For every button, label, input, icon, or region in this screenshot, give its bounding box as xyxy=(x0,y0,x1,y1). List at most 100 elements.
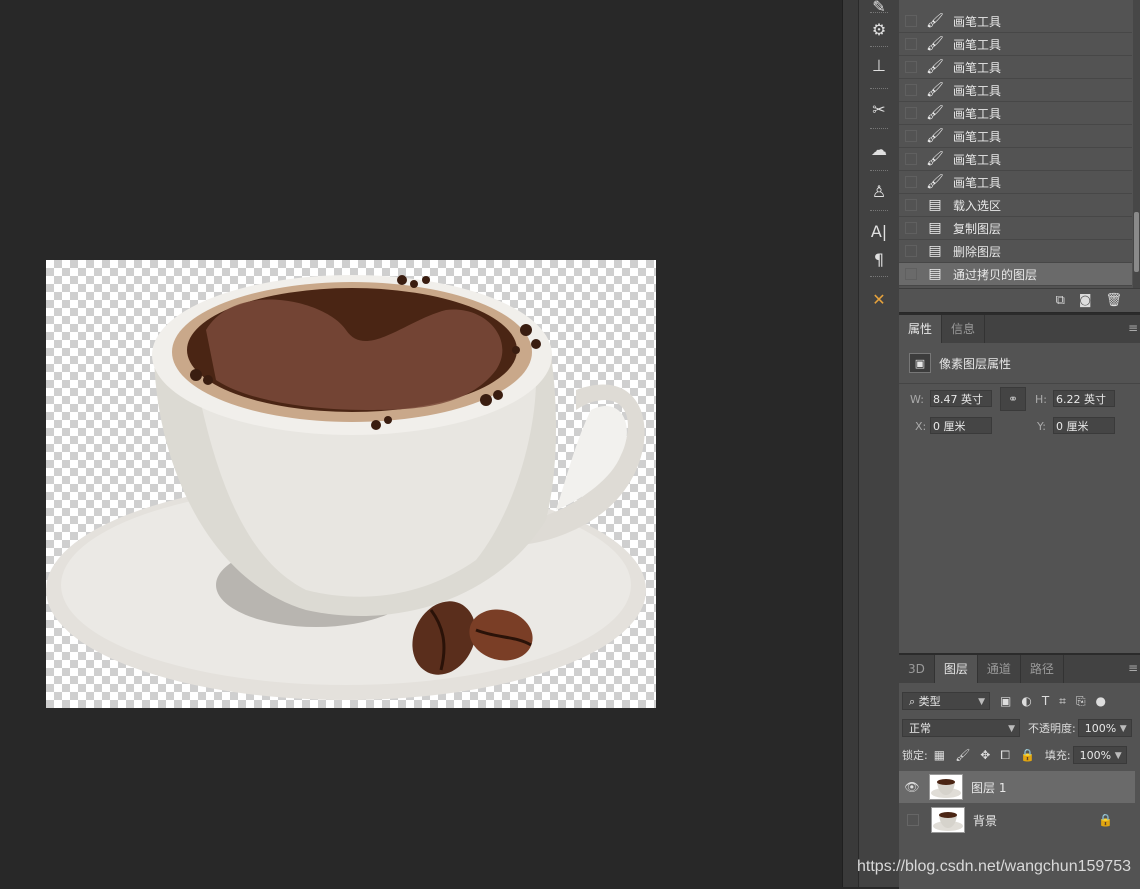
layer-name: 背景 xyxy=(973,813,998,828)
history-snapshot-checkbox[interactable] xyxy=(905,38,917,50)
history-snapshot-checkbox[interactable] xyxy=(905,199,917,211)
creative-cloud-icon[interactable]: ☁ xyxy=(859,132,899,166)
x-field[interactable]: 0 厘米 xyxy=(930,417,992,434)
lock-transparent-icon[interactable]: ▦ xyxy=(934,748,945,762)
properties-divider xyxy=(899,383,1140,384)
history-item-label: 画笔工具 xyxy=(953,152,1002,167)
adjustments-icon[interactable]: ⚙ xyxy=(859,12,899,46)
opacity-label: 不透明度: xyxy=(1028,722,1076,735)
history-snapshot-checkbox[interactable] xyxy=(905,130,917,142)
history-item[interactable]: 🖌 画笔工具 xyxy=(899,79,1132,102)
history-snapshot-checkbox[interactable] xyxy=(905,84,917,96)
history-item[interactable]: 🖌 画笔工具 xyxy=(899,56,1132,79)
chevron-down-icon: ▼ xyxy=(978,697,985,707)
history-item-selected[interactable]: ▤ 通过拷贝的图层 xyxy=(899,263,1132,286)
x-label: X: xyxy=(915,420,927,433)
history-item[interactable]: 🖌 画笔工具 xyxy=(899,102,1132,125)
tab-layers[interactable]: 图层 xyxy=(934,655,978,683)
history-item[interactable]: ▤ 复制图层 xyxy=(899,217,1132,240)
link-icon[interactable]: ⚭ xyxy=(1000,387,1026,411)
history-scrollbar[interactable] xyxy=(1133,0,1140,288)
history-snapshot-checkbox[interactable] xyxy=(905,245,917,257)
history-snapshot-checkbox[interactable] xyxy=(905,222,917,234)
opacity-value: 100% xyxy=(1084,722,1117,735)
history-item[interactable]: ▤ 载入选区 xyxy=(899,194,1132,217)
new-document-from-state-icon[interactable]: ⧉ xyxy=(1056,293,1065,308)
trash-icon[interactable]: 🗑 xyxy=(1105,293,1122,308)
document-icon: ▤ xyxy=(928,220,942,236)
adjustment-filter-icon[interactable]: ◐ xyxy=(1021,694,1031,708)
blend-mode-select[interactable]: 正常 ▼ xyxy=(902,719,1020,737)
history-snapshot-checkbox[interactable] xyxy=(905,61,917,73)
history-item[interactable]: 🖌 画笔工具 xyxy=(899,148,1132,171)
tools-icon[interactable]: ✂ xyxy=(859,92,899,126)
shape-filter-icon[interactable]: ⌗ xyxy=(1059,694,1066,709)
visibility-toggle[interactable] xyxy=(907,814,919,826)
tab-paths[interactable]: 路径 xyxy=(1021,655,1064,683)
tab-channels[interactable]: 通道 xyxy=(978,655,1021,683)
paragraph-icon[interactable]: ¶ xyxy=(859,242,899,276)
tab-3d[interactable]: 3D xyxy=(899,655,935,683)
document-image[interactable] xyxy=(46,260,656,708)
eye-icon[interactable]: 👁 xyxy=(899,780,925,794)
type-filter-icon[interactable]: T xyxy=(1042,694,1049,708)
brush-icon: 🖌 xyxy=(926,82,944,98)
height-field[interactable]: 6.22 英寸 xyxy=(1053,390,1115,407)
history-item-label: 复制图层 xyxy=(953,221,1002,236)
history-snapshot-checkbox[interactable] xyxy=(905,15,917,27)
panel-icon-strip: ✎ ⚙ ⊥ ✂ ☁ ♙ A| ¶ ✕ xyxy=(858,0,900,887)
panel-menu-icon[interactable]: ≡ xyxy=(1128,661,1138,675)
lock-pixels-icon[interactable]: 🖌 xyxy=(955,748,970,762)
history-snapshot-checkbox[interactable] xyxy=(905,107,917,119)
history-item-label: 删除图层 xyxy=(953,244,1002,259)
tab-properties[interactable]: 属性 xyxy=(899,315,943,343)
layer-thumbnail xyxy=(931,807,965,833)
brush-preset-icon[interactable]: ✎ xyxy=(859,0,899,16)
lock-artboard-icon[interactable]: ⧠ xyxy=(1000,748,1010,763)
history-item-label: 画笔工具 xyxy=(953,37,1002,52)
fill-field[interactable]: 100% ▼ xyxy=(1072,746,1127,764)
pixel-filter-icon[interactable]: ▣ xyxy=(1000,694,1011,708)
blend-mode-value: 正常 xyxy=(909,722,931,735)
history-item-label: 画笔工具 xyxy=(953,60,1002,75)
lock-all-icon[interactable]: 🔒 xyxy=(1020,748,1035,762)
properties-title: ▣ 像素图层属性 xyxy=(909,353,1011,373)
history-item[interactable]: 🖌 画笔工具 xyxy=(899,10,1132,33)
layer-row[interactable]: 👁 图层 1 xyxy=(899,771,1135,803)
filter-kind-value: 类型 xyxy=(918,695,941,708)
history-item[interactable]: ▤ 删除图层 xyxy=(899,240,1132,263)
opacity-field[interactable]: 100% ▼ xyxy=(1077,719,1132,737)
brush-icon: 🖌 xyxy=(926,36,944,52)
properties-title-label: 像素图层属性 xyxy=(939,356,1012,371)
lock-position-icon[interactable]: ✥ xyxy=(980,748,990,762)
layer-row[interactable]: 背景 🔒 xyxy=(899,804,1135,836)
brush-icon: 🖌 xyxy=(926,151,944,167)
filter-kind-select[interactable]: ⌕ 类型 ▼ xyxy=(902,692,990,710)
history-panel: 🖌 画笔工具 🖌 画笔工具 🖌 画笔工具 🖌 画笔工具 🖌 画笔工具 🖌 画笔工具 🖌 画笔工… xyxy=(899,0,1140,312)
tab-info[interactable]: 信息 xyxy=(942,315,986,343)
tool-presets-icon[interactable]: ✕ xyxy=(859,282,899,316)
history-item[interactable]: 🖌 画笔工具 xyxy=(899,125,1132,148)
properties-tabs: 属性 信息 xyxy=(899,315,1140,343)
history-item[interactable]: 🖌 画笔工具 xyxy=(899,171,1132,194)
smart-object-filter-icon[interactable]: ⎘ xyxy=(1076,694,1086,709)
layer-thumbnail xyxy=(929,774,963,800)
history-item[interactable]: 🖌 画笔工具 xyxy=(899,33,1132,56)
coffee-cup-illustration xyxy=(46,275,646,700)
history-snapshot-checkbox[interactable] xyxy=(905,268,917,280)
panel-divider[interactable] xyxy=(842,0,859,887)
camera-icon[interactable]: ◙ xyxy=(1079,293,1092,308)
history-snapshot-checkbox[interactable] xyxy=(905,176,917,188)
filter-toggle-icon[interactable]: ● xyxy=(1096,694,1106,708)
y-field[interactable]: 0 厘米 xyxy=(1053,417,1115,434)
3d-material-icon[interactable]: ♙ xyxy=(859,174,899,208)
width-field[interactable]: 8.47 英寸 xyxy=(930,390,992,407)
watermark-text: https://blog.csdn.net/wangchun159753 xyxy=(857,858,1131,875)
history-snapshot-checkbox[interactable] xyxy=(905,153,917,165)
y-label: Y: xyxy=(1037,420,1046,433)
tool-separator xyxy=(870,128,888,131)
history-scrollbar-thumb[interactable] xyxy=(1134,212,1139,272)
panel-menu-icon[interactable]: ≡ xyxy=(1128,321,1138,335)
clone-source-icon[interactable]: ⊥ xyxy=(859,48,899,82)
document-canvas-area[interactable] xyxy=(0,0,842,887)
